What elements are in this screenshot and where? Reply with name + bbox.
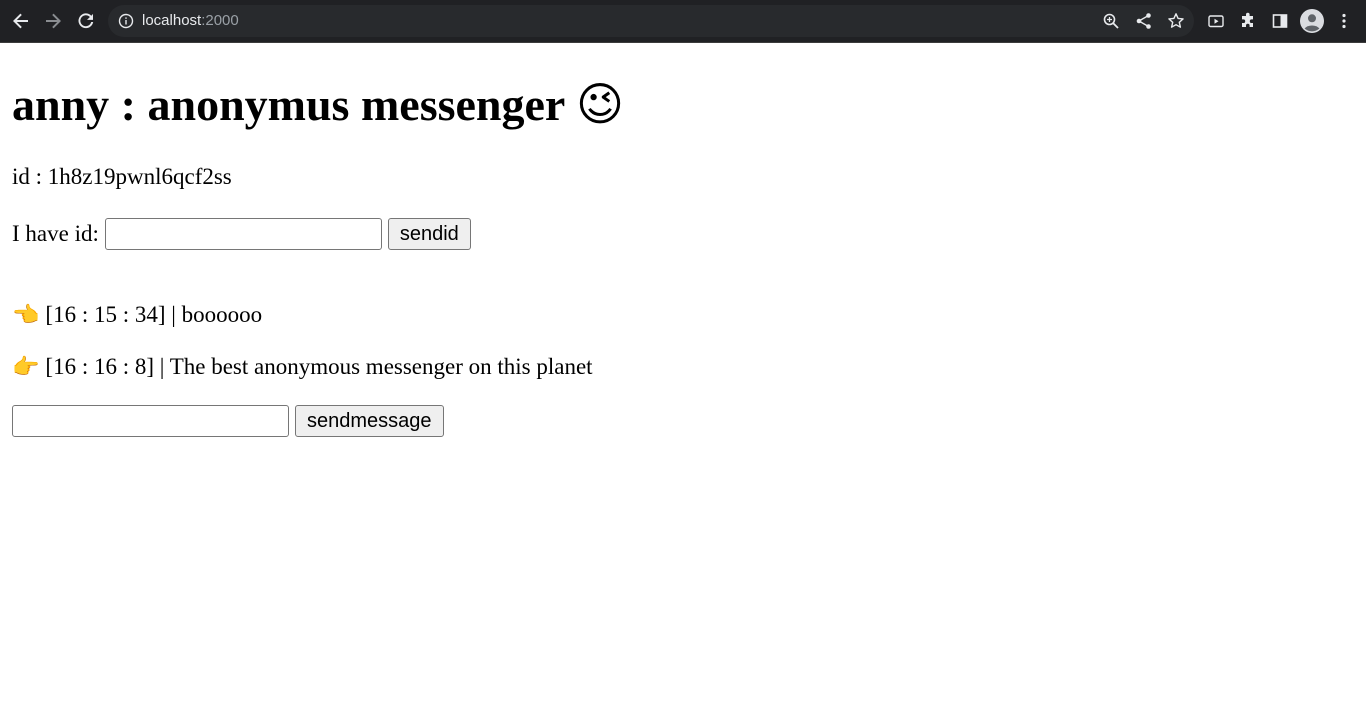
sendmessage-button[interactable]: sendmessage	[295, 405, 444, 437]
message-incoming: 👈 [16 : 15 : 34] | boooooo	[12, 301, 262, 330]
profile-avatar-icon[interactable]	[1300, 9, 1324, 33]
url-text: localhost:2000	[142, 12, 239, 29]
forward-icon[interactable]	[40, 8, 66, 34]
media-control-icon[interactable]	[1205, 10, 1227, 32]
browser-menu-icon[interactable]	[1333, 10, 1355, 32]
wink-emoji-icon: 😉	[576, 77, 624, 131]
hand-pointing-right-icon: 👉	[12, 355, 40, 380]
share-icon[interactable]	[1133, 10, 1155, 32]
browser-toolbar: localhost:2000	[0, 0, 1366, 43]
send-message-row: sendmessage	[12, 405, 444, 437]
page-title: anny : anonymus messenger 😉	[12, 73, 624, 136]
site-info-icon[interactable]	[118, 13, 134, 29]
user-id-text: id : 1h8z19pwnl6qcf2ss	[12, 164, 232, 189]
back-icon[interactable]	[8, 8, 34, 34]
have-id-label: I have id:	[12, 221, 99, 246]
sendid-button[interactable]: sendid	[387, 218, 471, 250]
zoom-icon[interactable]	[1100, 10, 1122, 32]
have-id-row: I have id: sendid	[12, 218, 471, 250]
message-outgoing: 👉 [16 : 16 : 8] | The best anonymous mess…	[12, 353, 593, 382]
page-title-text: anny : anonymus messenger	[12, 79, 565, 130]
message-input[interactable]	[12, 405, 289, 437]
reload-icon[interactable]	[73, 8, 99, 34]
message-text: [16 : 16 : 8] | The best anonymous messe…	[45, 354, 593, 379]
extensions-icon[interactable]	[1237, 10, 1259, 32]
hand-pointing-left-icon: 👈	[12, 303, 40, 328]
address-bar[interactable]: localhost:2000	[108, 5, 1194, 37]
bookmark-star-icon[interactable]	[1165, 10, 1187, 32]
have-id-input[interactable]	[104, 218, 382, 250]
message-text: [16 : 15 : 34] | boooooo	[45, 302, 263, 327]
side-panel-icon[interactable]	[1269, 10, 1291, 32]
